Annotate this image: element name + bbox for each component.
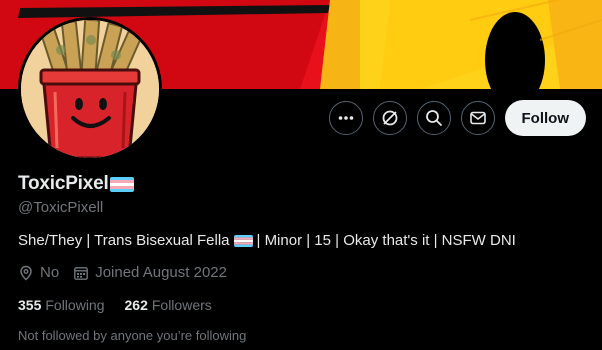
- bio-text-start: She/They | Trans Bisexual Fella: [18, 232, 230, 249]
- profile-meta: No Joined August 2022: [18, 264, 241, 281]
- followers-count: 262: [124, 297, 148, 313]
- search-button[interactable]: [416, 101, 451, 135]
- grok-icon: [381, 109, 399, 127]
- follow-button[interactable]: Follow: [504, 100, 586, 136]
- trans-flag-icon: [109, 176, 134, 192]
- profile-actions: Follow: [328, 100, 586, 136]
- followers-label: Followers: [151, 297, 212, 313]
- join-date: Joined August 2022: [73, 264, 227, 281]
- bio: She/They | Trans Bisexual Fella | Minor …: [18, 232, 516, 249]
- following-link[interactable]: 355 Following: [18, 297, 105, 313]
- message-button[interactable]: [460, 101, 495, 135]
- join-date-text: Joined August 2022: [95, 264, 227, 281]
- avatar[interactable]: [18, 17, 162, 161]
- name-row: ToxicPixel: [18, 173, 134, 195]
- follow-stats: 355 Following 262 Followers: [18, 297, 232, 313]
- location-text: No: [40, 264, 60, 281]
- location: No: [18, 264, 59, 281]
- location-icon: [18, 265, 40, 281]
- display-name: ToxicPixel: [18, 173, 109, 194]
- followers-link[interactable]: 262 Followers: [125, 297, 212, 313]
- trans-flag-icon: [233, 234, 253, 247]
- bio-text-end: | Minor | 15 | Okay that's it | NSFW DNI: [256, 232, 516, 249]
- follow-context: Not followed by anyone you’re following: [18, 328, 247, 343]
- more-icon: [337, 109, 355, 127]
- calendar-icon: [73, 265, 95, 281]
- handle: @ToxicPixell: [18, 199, 104, 216]
- following-label: Following: [45, 297, 105, 313]
- grok-button[interactable]: [372, 101, 407, 135]
- following-count: 355: [18, 297, 42, 313]
- message-icon: [469, 109, 487, 127]
- search-icon: [425, 109, 443, 127]
- more-button[interactable]: [328, 101, 363, 135]
